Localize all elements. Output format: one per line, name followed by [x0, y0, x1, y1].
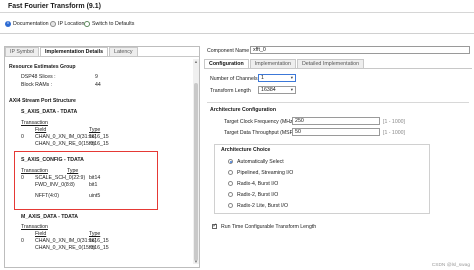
- tab-implementation-details[interactable]: Implementation Details: [40, 47, 109, 56]
- title-bar: Fast Fourier Transform (9.1): [0, 0, 474, 13]
- transform-length-value: 16384: [261, 87, 276, 93]
- scroll-down-icon[interactable]: ▼: [193, 259, 199, 264]
- tab-divider: [204, 68, 472, 69]
- radio-label: Pipelined, Streaming I/O: [237, 170, 294, 176]
- dsp48-value: 9: [95, 74, 98, 80]
- chevron-down-icon: ▾: [290, 87, 293, 92]
- switch-defaults-button[interactable]: Switch to Defaults: [84, 21, 134, 27]
- switch-defaults-label: Switch to Defaults: [92, 21, 135, 27]
- arch-config-title: Architecture Configuration: [210, 107, 276, 113]
- type-header: Type: [89, 127, 101, 133]
- tab-configuration[interactable]: Configuration: [204, 59, 249, 68]
- documentation-label: Documentation: [13, 21, 49, 27]
- table-cell: NFFT(4:0): [35, 193, 59, 199]
- tab-detailed-implementation[interactable]: Detailed Implementation: [296, 59, 365, 68]
- throughput-range: [1 - 1000]: [383, 130, 405, 136]
- radio-radix2[interactable]: [228, 192, 233, 197]
- scroll-up-icon[interactable]: ▲: [193, 59, 199, 64]
- table-cell: fix16_15: [89, 245, 109, 251]
- tab-ip-symbol[interactable]: IP Symbol: [5, 47, 40, 56]
- right-tabs: Configuration Implementation Detailed Im…: [204, 59, 365, 68]
- throughput-input[interactable]: 50: [292, 128, 380, 136]
- table-cell: CHAN_0_XN_RE_0(15:0): [35, 141, 95, 147]
- clock-frequency-label: Target Clock Frequency (MHz): [224, 119, 295, 125]
- table-cell: 0: [21, 134, 24, 140]
- radio-label: Radix-4, Burst I/O: [237, 181, 279, 187]
- transform-length-label: Transform Length: [210, 88, 251, 94]
- table-cell: bit1: [89, 182, 98, 188]
- component-name-label: Component Name: [207, 48, 250, 54]
- field-header: Field: [35, 127, 47, 133]
- radio-pipelined[interactable]: [228, 170, 233, 175]
- table-cell: 0: [21, 175, 24, 181]
- table-cell: CHAN_0_XN_IM_0(31:16): [35, 238, 97, 244]
- tab-implementation[interactable]: Implementation: [249, 59, 296, 68]
- type-header: Type: [89, 231, 101, 237]
- table-cell: uint5: [89, 193, 101, 199]
- documentation-icon: i: [5, 20, 11, 27]
- tab-latency[interactable]: Latency: [109, 47, 138, 56]
- left-tabs: IP Symbol Implementation Details Latency: [5, 47, 138, 56]
- radio-label: Radix-2 Lite, Burst I/O: [237, 203, 289, 209]
- table-cell: CHAN_0_XN_IM_0(31:16): [35, 134, 97, 140]
- table-cell: 0: [21, 238, 24, 244]
- radio-automatically-select[interactable]: [228, 159, 233, 164]
- runtime-configurable-checkbox[interactable]: [212, 223, 217, 229]
- right-panel: Component Name xfft_0 Configuration Impl…: [204, 46, 472, 268]
- toolbar: i Documentation ▾ IP Location Switch to …: [0, 14, 474, 34]
- table-cell: CHAN_0_XN_RE_0(15:0): [35, 245, 95, 251]
- field-header: Field: [35, 231, 47, 237]
- transform-length-select[interactable]: 16384 ▾: [258, 86, 296, 94]
- axi-structure-title: AXI4 Stream Port Structure: [9, 98, 76, 104]
- num-channels-label: Number of Channels: [210, 76, 258, 82]
- transaction-header: Transaction: [21, 224, 48, 230]
- refresh-icon: [84, 21, 90, 27]
- left-panel: IP Symbol Implementation Details Latency…: [4, 46, 200, 268]
- vertical-scrollbar[interactable]: ▲ ▼: [193, 59, 199, 264]
- table-cell: bit14: [89, 175, 101, 181]
- table-cell: FWD_INV_0(8:8): [35, 182, 75, 188]
- resource-estimates-title: Resource Estimates Group: [9, 64, 76, 70]
- ip-location-button[interactable]: IP Location: [50, 21, 84, 27]
- s-axis-data-title: S_AXIS_DATA - TDATA: [21, 109, 78, 115]
- radio-label: Automatically Select: [237, 159, 284, 165]
- m-axis-data-title: M_AXIS_DATA - TDATA: [21, 214, 79, 220]
- tab-divider: [5, 56, 199, 57]
- arch-choice-title: Architecture Choice: [220, 147, 272, 153]
- block-rams-value: 44: [95, 82, 101, 88]
- radio-radix4[interactable]: [228, 181, 233, 186]
- documentation-button[interactable]: i Documentation ▾: [5, 20, 53, 27]
- type-header: Type: [67, 168, 79, 174]
- num-channels-value: 1: [261, 75, 264, 81]
- clock-frequency-input[interactable]: 250: [292, 117, 380, 125]
- clock-frequency-range: [1 - 1000]: [383, 119, 405, 125]
- throughput-label: Target Data Throughput (MSPS): [224, 130, 299, 136]
- dsp48-label: DSP48 Slices :: [21, 74, 56, 80]
- window-title: Fast Fourier Transform (9.1): [8, 2, 101, 10]
- block-rams-label: Block RAMs :: [21, 82, 53, 88]
- runtime-configurable-label: Run Time Configurable Transform Length: [221, 224, 317, 230]
- component-name-input[interactable]: xfft_0: [250, 46, 470, 54]
- scroll-thumb[interactable]: [194, 83, 198, 261]
- divider: [207, 102, 469, 103]
- table-cell: fix16_15: [89, 141, 109, 147]
- s-axis-config-title: S_AXIS_CONFIG - TDATA: [21, 157, 84, 163]
- table-cell: SCALE_SCH_0(22:9): [35, 175, 86, 181]
- table-cell: fix16_15: [89, 134, 109, 140]
- watermark: CSDN @lsl_swag: [431, 263, 470, 268]
- folder-icon: [50, 21, 56, 27]
- transaction-header: Transaction: [21, 120, 48, 126]
- chevron-down-icon: ▾: [290, 75, 293, 80]
- transaction-header: Transaction: [21, 168, 48, 174]
- table-cell: fix16_15: [89, 238, 109, 244]
- radio-radix2-lite[interactable]: [228, 203, 233, 208]
- ip-location-label: IP Location: [58, 21, 85, 27]
- radio-label: Radix-2, Burst I/O: [237, 192, 279, 198]
- num-channels-select[interactable]: 1 ▾: [258, 74, 296, 82]
